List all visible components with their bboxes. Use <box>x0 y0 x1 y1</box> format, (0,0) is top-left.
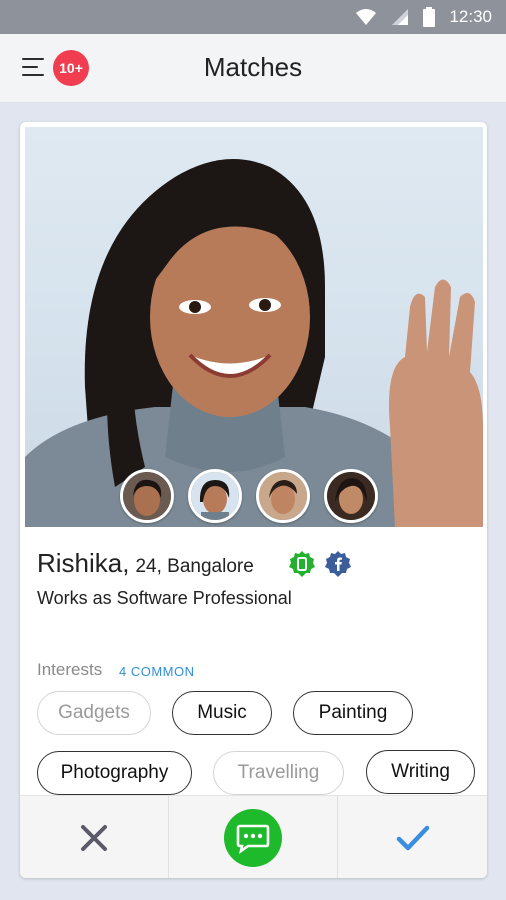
profile-photo[interactable] <box>25 127 483 527</box>
chat-button[interactable] <box>169 796 337 878</box>
match-card: Rishika, 24, Bangalore Works as Software… <box>20 122 487 878</box>
interest-chip-common[interactable]: Music <box>172 691 272 735</box>
profile-name-row: Rishika, 24, Bangalore <box>37 548 254 579</box>
accept-button[interactable] <box>338 796 487 878</box>
photo-thumbnail[interactable] <box>120 469 174 523</box>
reject-button[interactable] <box>20 796 168 878</box>
action-bar <box>20 795 487 878</box>
interest-chip[interactable]: Travelling <box>213 751 344 795</box>
battery-icon <box>423 7 436 27</box>
profile-occupation: Works as Software Professional <box>37 588 292 608</box>
signal-icon <box>392 9 409 25</box>
status-bar: 12:30 <box>0 0 506 34</box>
photo-thumbnails <box>120 469 378 523</box>
profile-name: Rishika, <box>37 548 130 578</box>
close-icon <box>81 824 107 851</box>
status-time: 12:30 <box>449 7 492 26</box>
wifi-icon <box>356 9 377 25</box>
app-bar: 10+ Matches <box>0 34 506 103</box>
check-icon <box>396 825 429 850</box>
facebook-verified-icon <box>325 551 351 577</box>
profile-age-city: 24, Bangalore <box>135 556 254 577</box>
phone-verified-icon <box>289 551 315 577</box>
photo-thumbnail[interactable] <box>256 469 310 523</box>
chat-icon <box>224 808 282 867</box>
interest-chip-common[interactable]: Painting <box>293 691 413 735</box>
page-title: Matches <box>203 52 303 82</box>
interest-chip-common[interactable]: Writing <box>366 750 475 794</box>
interest-chip[interactable]: Gadgets <box>37 691 151 735</box>
interests-label: Interests <box>37 660 103 679</box>
interests-common-count: 4 COMMON <box>119 664 195 679</box>
photo-thumbnail-selected[interactable] <box>188 469 242 523</box>
photo-thumbnail[interactable] <box>324 469 378 523</box>
profile-photo-illustration <box>25 159 483 527</box>
interest-chip-common[interactable]: Photography <box>37 751 192 795</box>
